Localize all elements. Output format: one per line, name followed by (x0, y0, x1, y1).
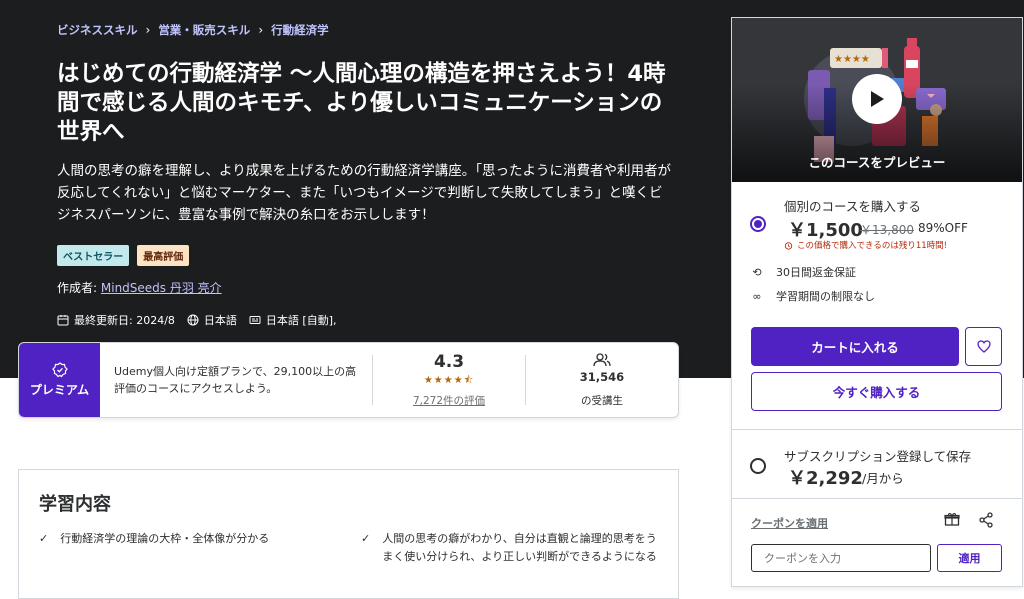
check-icon: ✓ (39, 532, 49, 545)
feature-label: 学習期間の制限なし (776, 290, 875, 303)
divider (732, 429, 1022, 430)
what-you-learn: 学習内容 ✓ 行動経済学の理論の大枠・全体像が分かる ✓ 人間の思考の癖がわかり… (18, 469, 679, 599)
rating-count-link[interactable]: 7,272件の評価 (413, 393, 485, 408)
feature-label: 30日間返金保証 (776, 266, 856, 279)
subscription-price: ￥2,292 (788, 468, 863, 489)
purchase-sidebar: ★★★★ このコースをプレビュー 個別のコースを購入する ￥1,500 ￥13,… (731, 17, 1023, 587)
learn-item-text: 行動経済学の理論の大枠・全体像が分かる (60, 532, 270, 545)
course-meta: 最終更新日: 2024/8 日本語 日本語 [自動], (57, 312, 342, 328)
share-icon[interactable] (978, 512, 994, 528)
students-stat: 31,546 の受講生 (526, 343, 678, 417)
rating-stat: 4.3 ★★★★⯪ 7,272件の評価 (373, 343, 525, 417)
bestseller-badge: ベストセラー (57, 245, 130, 266)
play-button[interactable] (852, 74, 902, 124)
chevron-right-icon: › (258, 23, 264, 37)
rating-value: 4.3 (433, 352, 465, 372)
feature-money-back: ⟲ 30日間返金保証 (750, 264, 856, 280)
coupon-actions (944, 512, 994, 528)
top-rated-badge: 最高評価 (137, 245, 190, 266)
subscription-radio[interactable] (750, 458, 766, 474)
globe-icon (187, 314, 199, 326)
author-link[interactable]: MindSeeds 丹羽 亮介 (101, 281, 222, 295)
refund-icon: ⟲ (752, 265, 762, 279)
add-to-cart-button[interactable]: カートに入れる (751, 327, 959, 366)
divider (732, 498, 1022, 499)
subscription-label: サブスクリプション登録して保存 (784, 449, 972, 464)
preview-label: このコースをプレビュー (808, 155, 946, 170)
breadcrumb-item-sales-skills[interactable]: 営業・販売スキル (158, 22, 250, 38)
apply-coupon-button[interactable]: 適用 (937, 544, 1002, 572)
author-prefix: 作成者: (57, 281, 98, 295)
alarm-clock-icon (784, 241, 793, 250)
premium-description: Udemy個人向け定額プランで、29,100以上の高評価のコースにアクセスしよう… (114, 365, 357, 395)
course-preview[interactable]: ★★★★ このコースをプレビュー (732, 18, 1022, 182)
course-badges: ベストセラー 最高評価 (57, 245, 190, 266)
radio-unselected-icon[interactable] (750, 458, 766, 474)
course-title: はじめての行動経済学 〜人間心理の構造を押さえよう！4時間で感じる人間のキモチ、… (57, 61, 666, 145)
breadcrumb-item-business-skills[interactable]: ビジネススキル (57, 22, 138, 38)
breadcrumb: ビジネススキル › 営業・販売スキル › 行動経済学 (57, 22, 329, 38)
coupon-input[interactable] (751, 544, 931, 572)
radio-selected-icon[interactable] (750, 216, 766, 232)
rating-stars: ★★★★⯪ (423, 375, 475, 386)
learn-item: ✓ 人間の思考の癖がわかり、自分は直観と論理的思考をうまく使い分けられ、より正し… (361, 530, 661, 566)
check-icon: ✓ (361, 532, 371, 545)
apply-coupon-link[interactable]: クーポンを適用 (751, 515, 828, 531)
feature-lifetime-access: ∞ 学習期間の制限なし (750, 288, 875, 304)
course-language: 日本語 (203, 314, 237, 327)
heart-icon (976, 340, 991, 353)
wishlist-button[interactable] (965, 327, 1002, 366)
original-price: ￥13,800 (860, 223, 914, 237)
subscription-per: /月から (862, 471, 904, 486)
course-author: 作成者: MindSeeds 丹羽 亮介 (57, 279, 222, 296)
single-purchase-label: 個別のコースを購入する (784, 199, 921, 214)
buy-now-button[interactable]: 今すぐ購入する (751, 372, 1002, 411)
premium-label: プレミアム (29, 383, 90, 397)
price-timer: この価格で購入できるのは残り11時間! (784, 239, 947, 251)
course-subtitle: 人間の思考の癖を理解し、より成果を上げるための行動経済学講座。「思ったように消費… (57, 163, 671, 223)
play-icon (871, 91, 884, 107)
single-purchase-radio[interactable] (750, 216, 766, 232)
course-captions: 日本語 [自動], (265, 314, 337, 327)
breadcrumb-item-behavioral-economics[interactable]: 行動経済学 (271, 22, 329, 38)
premium-card: プレミアム Udemy個人向け定額プランで、29,100以上の高評価のコースにア… (18, 342, 679, 418)
timer-text: この価格で購入できるのは残り11時間! (797, 241, 948, 251)
discount-percent: 89%OFF (918, 221, 968, 235)
last-updated: 最終更新日: 2024/8 (74, 314, 175, 327)
learn-item: ✓ 行動経済学の理論の大枠・全体像が分かる (39, 530, 339, 548)
learn-item-text: 人間の思考の癖がわかり、自分は直観と論理的思考をうまく使い分けられ、より正しい判… (382, 532, 657, 563)
learn-title: 学習内容 (39, 494, 111, 515)
gift-icon[interactable] (944, 512, 960, 526)
students-label: の受講生 (581, 394, 623, 407)
premium-check-icon (51, 362, 68, 378)
students-count: 31,546 (579, 369, 625, 384)
alert-calendar-icon (57, 315, 69, 326)
captions-icon (249, 316, 261, 324)
chevron-right-icon: › (145, 23, 151, 37)
premium-badge: プレミアム (19, 343, 100, 417)
infinity-icon: ∞ (752, 289, 762, 303)
users-icon (593, 352, 611, 366)
